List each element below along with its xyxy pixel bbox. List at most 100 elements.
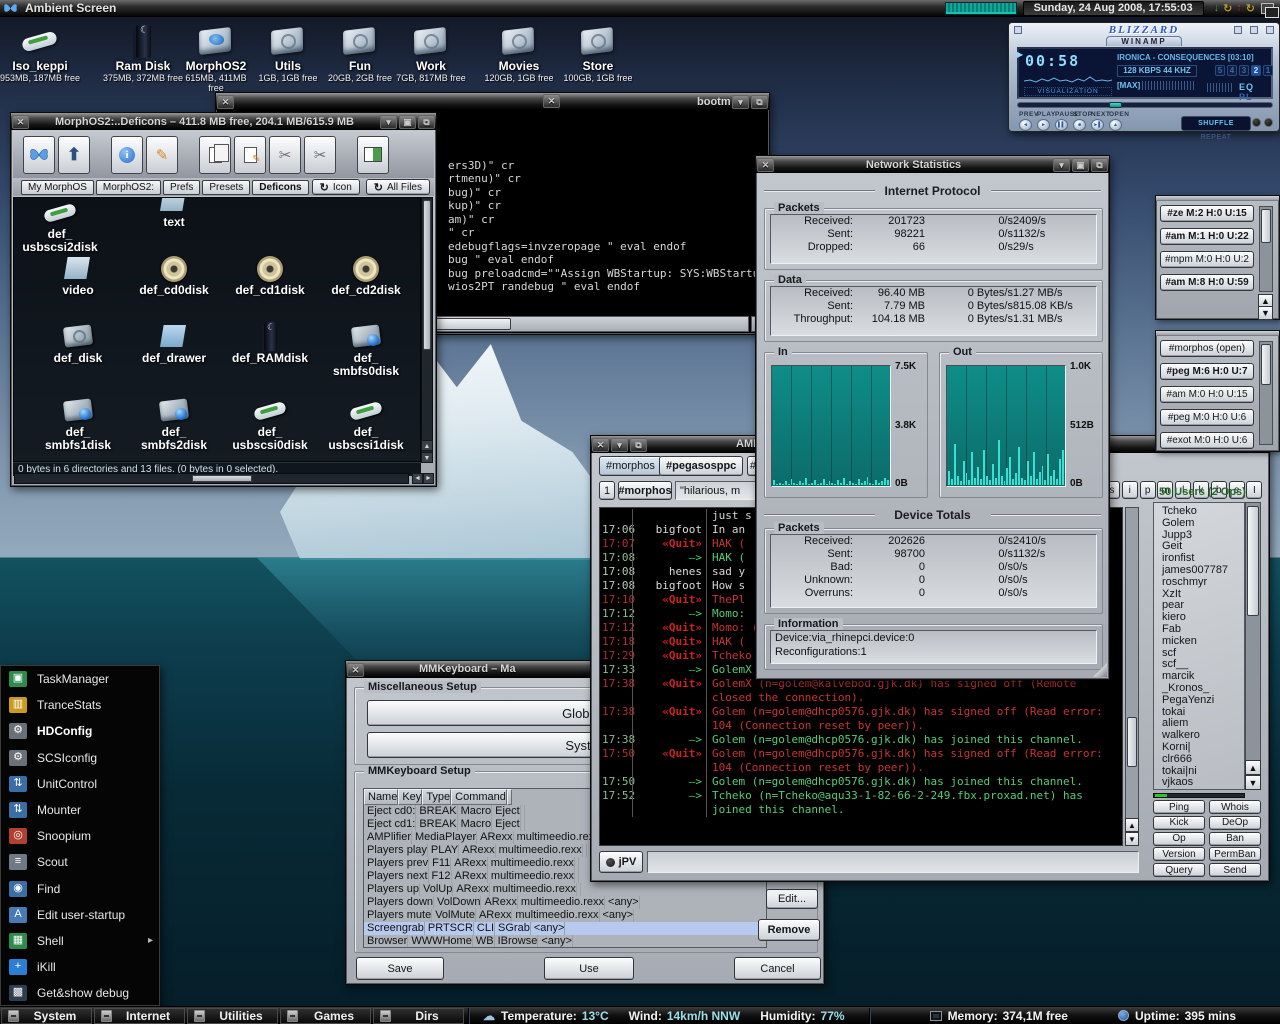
depth-icon[interactable]: ⧉ (751, 95, 768, 109)
balance-slider[interactable] (1207, 83, 1233, 92)
desktop-volume-icon[interactable]: MorphOS2 615MB, 411MB free (178, 24, 254, 93)
column-header[interactable]: Type (422, 789, 451, 805)
menu-item[interactable]: ≡ Scout ▸ (1, 849, 159, 875)
scroll-down-icon[interactable]: ▼ (1125, 832, 1139, 846)
table-row[interactable]: Players muteVolMuteARexxmultimeedio.rexx… (364, 909, 766, 922)
shuffle-repeat-panel[interactable]: SHUFFLE REPEAT (1181, 116, 1251, 131)
table-row[interactable]: BrowserWWWHomeWBIBrowse<any> (364, 935, 766, 948)
channel-timer-button[interactable]: #mpm M:0 H:0 U:2 (1160, 251, 1254, 268)
column-header[interactable]: Key (398, 789, 422, 805)
nick-action-button[interactable]: Whois (1209, 800, 1261, 814)
menubar[interactable]: Ambient Screen Sunday, 24 Aug 2008, 17:5… (0, 0, 1280, 17)
file-icon[interactable]: def_disk (32, 322, 124, 365)
channel-timer-button[interactable]: #am M:1 H:0 U:22 (1160, 228, 1254, 245)
channel-tab-pegasosppc[interactable]: #pegasosppc (659, 456, 743, 476)
menu-item[interactable]: + iKill ▸ (1, 954, 159, 980)
track-title[interactable]: IRONICA - CONSEQUENCES [03:10] (1117, 53, 1271, 62)
desktop-volume-icon[interactable]: Store 100GB, 1GB free (552, 24, 644, 83)
menu-item[interactable]: ⇅ UnitControl ▸ (1, 771, 159, 797)
info-icon[interactable]: i (111, 136, 143, 174)
userlist-scrollbar[interactable] (1245, 502, 1261, 790)
preset-number-button[interactable]: 5 (1215, 65, 1225, 76)
desktop-volume-icon[interactable]: Iso_keppi 953MB, 187MB free (0, 24, 80, 83)
visualization-label[interactable]: VISUALIZATION (1024, 87, 1112, 96)
menu-item[interactable]: ▦ Shell ▸ (1, 928, 159, 954)
close-icon[interactable]: ✕ (543, 94, 560, 108)
winamp-tab[interactable]: WINAMP (1106, 36, 1182, 46)
panel-scrollbar[interactable] (1259, 341, 1273, 445)
file-icon[interactable]: def_ smbfs0disk (320, 322, 412, 378)
nick-action-button[interactable]: Kick (1153, 816, 1205, 830)
copy-icon[interactable] (199, 136, 231, 174)
file-icon[interactable]: text (128, 197, 220, 229)
taskbar-menu-button[interactable]: Dirs (373, 1008, 464, 1024)
vertical-scrollbar[interactable] (421, 197, 433, 462)
chat-input[interactable] (647, 851, 1139, 873)
scrollbar-knob[interactable] (1261, 344, 1271, 385)
scroll-down-icon[interactable]: ▼ (421, 452, 433, 463)
scrollbar-knob[interactable] (423, 200, 431, 350)
cut-paste-icon[interactable]: ✂ (304, 136, 336, 174)
drag-bar[interactable] (1156, 196, 1279, 201)
close-icon[interactable]: ✕ (757, 158, 774, 172)
nick-action-button[interactable]: Send (1209, 863, 1261, 877)
iconify-icon[interactable]: ▾ (380, 115, 397, 129)
nick-action-button[interactable]: Ping (1153, 800, 1205, 814)
path-tab[interactable]: Presets (202, 180, 250, 195)
column-header[interactable]: Command (451, 789, 507, 805)
view-mode-button[interactable]: ↻All Files (366, 179, 430, 195)
iconify-icon[interactable]: ▾ (1053, 158, 1070, 172)
table-row[interactable]: Players downVolDownARexxmultimeedio.rexx… (364, 896, 766, 909)
user-list-item[interactable]: PegaYenzi (1162, 695, 1244, 707)
nick-action-button[interactable]: Query (1153, 863, 1205, 877)
transport-button[interactable]: ◄ (1019, 119, 1032, 131)
line-counter-button[interactable]: 1 (599, 481, 615, 500)
seek-bar[interactable] (1017, 102, 1273, 108)
taskbar-menu-button[interactable]: Games (280, 1008, 371, 1024)
up-arrow-icon[interactable]: ⬆ (58, 136, 90, 174)
save-button[interactable]: Save (356, 957, 444, 980)
cut-icon[interactable]: ✂ (269, 136, 301, 174)
user-list-item[interactable]: _Kronos_ (1162, 683, 1244, 695)
panel-scrollbar[interactable] (1259, 206, 1273, 292)
user-list-item[interactable]: clr666 (1162, 754, 1244, 766)
file-icon[interactable]: video (32, 254, 124, 297)
quick-letter-button[interactable]: p (1140, 481, 1156, 499)
eq-pl-buttons[interactable]: EQ PL (1239, 82, 1271, 102)
table-row[interactable]: Players upVolUpARexxmultimeedio.rexx (364, 883, 766, 896)
menu-item[interactable]: ◉ Find ▸ (1, 876, 159, 902)
scrollbar-knob[interactable] (1247, 506, 1259, 616)
transport-button[interactable]: ►▌ (1091, 119, 1104, 131)
file-icon[interactable]: def_drawer (128, 322, 220, 365)
nick-action-button[interactable]: DeOp (1209, 816, 1261, 830)
scroll-up-icon[interactable]: ▲ (1125, 818, 1139, 832)
window-gadget-icon[interactable] (1250, 26, 1258, 34)
user-list-item[interactable]: james007787 (1162, 565, 1244, 577)
nick-action-button[interactable]: Op (1153, 832, 1205, 846)
close-icon[interactable]: ✕ (12, 115, 29, 129)
menu-item[interactable]: ▥ TranceStats ▸ (1, 692, 159, 718)
nick-action-button[interactable]: Version (1153, 847, 1205, 861)
preset-number-button[interactable]: 4 (1227, 65, 1237, 76)
view-mode-button[interactable]: ↻Icon (312, 179, 360, 195)
iconify-icon[interactable]: ▾ (732, 95, 749, 109)
preset-number-button[interactable]: 1 (1263, 65, 1273, 76)
channel-name-button[interactable]: #morphos (618, 481, 672, 500)
channel-timer-button[interactable]: #ze M:2 H:0 U:15 (1160, 205, 1254, 222)
depth-icon[interactable]: ⧉ (630, 438, 647, 452)
depth-icon[interactable]: ⧉ (418, 115, 435, 129)
transport-button[interactable]: ▲ (1109, 119, 1122, 131)
path-tab[interactable]: Prefs (163, 180, 200, 195)
horizontal-scrollbar[interactable] (14, 473, 409, 484)
desktop-volume-icon[interactable]: Movies 120GB, 1GB free (478, 24, 560, 83)
drag-bar[interactable] (1156, 331, 1279, 336)
file-icon[interactable]: def_cd0disk (128, 254, 220, 297)
scroll-down-icon[interactable]: ▼ (1245, 775, 1261, 790)
scrollbar-knob[interactable] (192, 475, 252, 482)
transport-button[interactable]: ► (1037, 119, 1050, 131)
scrollbar-knob[interactable] (431, 318, 511, 330)
column-header[interactable] (507, 789, 512, 805)
close-icon[interactable] (1266, 26, 1274, 34)
remove-button[interactable]: Remove (758, 919, 820, 941)
channel-timer-button[interactable]: #morphos (open) (1160, 340, 1254, 357)
